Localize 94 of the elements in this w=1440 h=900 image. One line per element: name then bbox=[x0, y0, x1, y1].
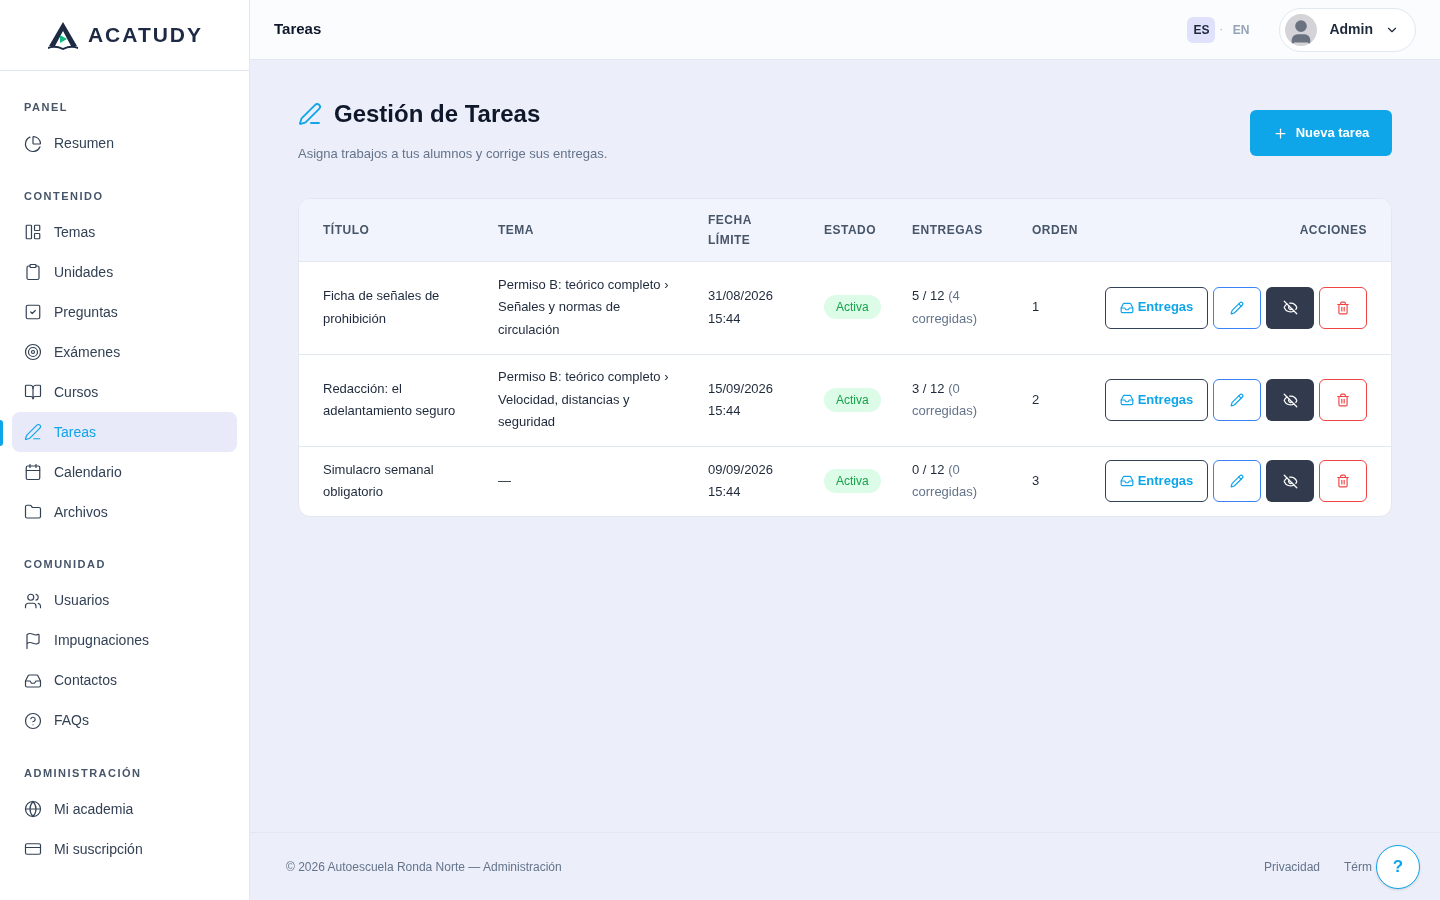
trash-icon bbox=[1336, 393, 1350, 407]
copyright-text: © 2026 Autoescuela Ronda Norte — Administración bbox=[286, 858, 562, 876]
calendar-icon bbox=[24, 463, 42, 481]
edit-button[interactable] bbox=[1213, 460, 1261, 502]
order-number: 1 bbox=[1032, 298, 1041, 317]
user-menu[interactable]: Admin bbox=[1279, 7, 1416, 52]
delete-button[interactable] bbox=[1319, 460, 1367, 502]
page-subtitle: Asigna trabajos a tus alumnos y corrige sus entregas. bbox=[298, 145, 608, 163]
sidebar-item[interactable]: Exámenes bbox=[12, 332, 237, 372]
delete-button[interactable] bbox=[1319, 286, 1367, 329]
column-header: ESTADO bbox=[824, 221, 878, 239]
brand-name: ACATUDY bbox=[87, 22, 204, 49]
task-title: Redacción: el adelantamiento seguro bbox=[323, 379, 457, 420]
status-badge: Activa bbox=[824, 387, 881, 412]
language-button[interactable]: ES bbox=[1187, 16, 1216, 43]
separator-dot: · bbox=[1219, 23, 1223, 37]
sidebar-item[interactable]: Mi suscripción bbox=[12, 829, 237, 869]
due-date: 31/08/2026 15:44 bbox=[708, 287, 775, 328]
sidebar-item[interactable]: Resumen bbox=[12, 123, 237, 164]
sidebar-item[interactable]: Usuarios bbox=[12, 580, 237, 621]
logo-icon bbox=[45, 20, 80, 50]
hide-button[interactable] bbox=[1266, 379, 1314, 421]
topic-cell-text: Permiso B: teórico completo › Señales y normas de circulación bbox=[498, 275, 670, 339]
sidebar-item[interactable]: Mi academia bbox=[12, 789, 237, 829]
layout-icon bbox=[24, 223, 42, 241]
topic-cell-text: — bbox=[498, 471, 512, 490]
status-badge: Activa bbox=[824, 295, 881, 320]
inbox-icon bbox=[24, 671, 42, 690]
task-title: Simulacro semanal obligatorio bbox=[323, 460, 435, 501]
column-header: ACCIONES bbox=[1298, 221, 1367, 239]
submissions-count: 5 / 12 (4 corregidas) bbox=[912, 288, 978, 326]
sidebar-item[interactable]: Cursos bbox=[12, 372, 237, 412]
pencil-icon bbox=[1230, 300, 1244, 315]
hide-button[interactable] bbox=[1266, 460, 1314, 502]
avatar-icon bbox=[1285, 13, 1318, 46]
submissions-count: 0 / 12 (0 corregidas) bbox=[912, 461, 978, 499]
column-header: ORDEN bbox=[1032, 221, 1079, 239]
sidebar-item[interactable]: Preguntas bbox=[12, 292, 237, 332]
order-number: 2 bbox=[1032, 390, 1041, 409]
eye-off-icon bbox=[1282, 392, 1298, 408]
pencil-icon bbox=[1230, 474, 1244, 488]
checkbox-icon bbox=[24, 303, 42, 321]
footer-link[interactable]: Privacidad bbox=[1263, 857, 1320, 876]
status-badge: Activa bbox=[824, 468, 881, 493]
hide-button[interactable] bbox=[1266, 286, 1314, 329]
due-date: 15/09/2026 15:44 bbox=[708, 379, 775, 420]
sidebar-item[interactable]: FAQs bbox=[12, 700, 237, 741]
column-header: ENTREGAS bbox=[912, 221, 984, 239]
inbox-icon bbox=[1119, 474, 1134, 488]
task-title: Ficha de señales de prohibición bbox=[323, 287, 441, 328]
section-heading: CONTENIDO bbox=[23, 188, 105, 204]
pencil-icon bbox=[1230, 393, 1244, 407]
due-date: 09/09/2026 15:44 bbox=[708, 460, 775, 501]
column-header: TÍTULO bbox=[323, 221, 371, 239]
pen-icon bbox=[298, 102, 322, 126]
trash-icon bbox=[1336, 474, 1350, 488]
pen-icon bbox=[24, 423, 42, 441]
footer-link[interactable]: Térm bbox=[1344, 857, 1372, 876]
users-icon bbox=[24, 591, 42, 610]
trash-icon bbox=[1336, 300, 1350, 315]
topic-cell-text: Permiso B: teórico completo › Velocidad, distancias y seguridad bbox=[498, 368, 670, 432]
inbox-icon bbox=[1119, 393, 1134, 407]
folder-icon bbox=[24, 503, 42, 521]
clipboard-icon bbox=[24, 263, 42, 281]
sidebar-item[interactable]: Temas bbox=[12, 212, 237, 252]
card-icon bbox=[24, 840, 42, 858]
edit-button[interactable] bbox=[1213, 379, 1261, 421]
sidebar-item[interactable]: Archivos bbox=[12, 492, 237, 532]
globe-icon bbox=[24, 800, 42, 818]
column-header: TEMA bbox=[498, 221, 535, 239]
sidebar-item[interactable]: Calendario bbox=[12, 452, 237, 492]
eye-off-icon bbox=[1282, 300, 1298, 315]
page-title: Gestión de Tareas bbox=[334, 99, 541, 129]
book-icon bbox=[24, 383, 42, 401]
order-number: 3 bbox=[1032, 471, 1041, 490]
inbox-icon bbox=[1119, 300, 1134, 315]
section-heading: PANEL bbox=[23, 100, 69, 115]
sidebar-item[interactable]: Impugnaciones bbox=[12, 620, 237, 661]
plus-icon bbox=[1272, 125, 1288, 141]
active-indicator bbox=[0, 420, 3, 446]
section-heading: ADMINISTRACIÓN bbox=[23, 765, 143, 781]
flag-icon bbox=[24, 631, 42, 650]
eye-off-icon bbox=[1282, 473, 1298, 489]
sidebar-item[interactable]: Contactos bbox=[12, 660, 237, 701]
page-heading: Tareas bbox=[274, 19, 322, 40]
target-icon bbox=[24, 343, 42, 361]
edit-button[interactable] bbox=[1213, 286, 1261, 329]
submissions-count: 3 / 12 (0 corregidas) bbox=[912, 380, 978, 418]
help-icon bbox=[24, 711, 42, 730]
delete-button[interactable] bbox=[1319, 379, 1367, 421]
column-header: FECHA LÍMITE bbox=[708, 211, 753, 249]
pie-chart-icon bbox=[24, 134, 42, 153]
sidebar-item[interactable]: Unidades bbox=[12, 252, 237, 292]
section-heading: COMUNIDAD bbox=[23, 557, 107, 572]
